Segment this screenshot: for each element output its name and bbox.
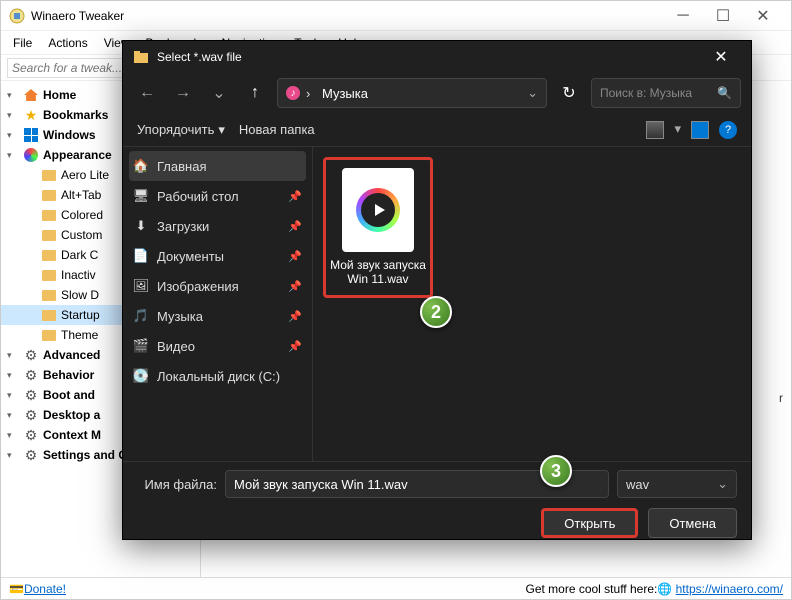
open-button[interactable]: Открыть [541, 508, 638, 538]
file-thumbnail [342, 168, 414, 252]
file-filter-dropdown[interactable]: wav [617, 470, 737, 498]
menu-file[interactable]: File [7, 34, 38, 52]
donate-icon: 💳 [9, 582, 24, 596]
file-list[interactable]: Мой звук запуска Win 11.wav [313, 147, 751, 461]
app-icon [9, 8, 25, 24]
sidebar-item[interactable]: 🖥Рабочий стол📌 [123, 181, 312, 211]
breadcrumb-separator-icon: › [306, 86, 316, 101]
footer-link[interactable]: https://winaero.com/ [676, 582, 783, 596]
search-placeholder: Поиск в: Музыка [600, 86, 692, 100]
callout-badge-3: 3 [540, 455, 572, 487]
dialog-toolbar: Упорядочить ▾ Новая папка ▾ ? [123, 113, 751, 147]
address-bar[interactable]: ♪ › Музыка ⌄ [277, 78, 547, 108]
sidebar-item[interactable]: 📄Документы📌 [123, 241, 312, 271]
search-icon: 🔍 [717, 86, 732, 100]
app-title: Winaero Tweaker [31, 9, 663, 23]
breadcrumb[interactable]: Музыка [322, 86, 368, 101]
sidebar-item[interactable]: ⬇Загрузки📌 [123, 211, 312, 241]
chevron-down-icon: ▾ [218, 122, 225, 138]
content-text: r [779, 391, 783, 405]
menu-actions[interactable]: Actions [42, 34, 93, 52]
newfolder-button[interactable]: Новая папка [239, 122, 315, 137]
help-button[interactable]: ? [719, 121, 737, 139]
organize-button[interactable]: Упорядочить ▾ [137, 122, 225, 138]
close-button[interactable]: ✕ [743, 2, 783, 30]
refresh-button[interactable]: ↻ [555, 79, 583, 107]
dialog-search-input[interactable]: Поиск в: Музыка 🔍 [591, 78, 741, 108]
nav-recent-button[interactable]: ⌄ [205, 79, 233, 107]
view-dropdown-icon[interactable]: ▾ [674, 121, 681, 139]
nav-back-button[interactable]: ← [133, 79, 161, 107]
callout-badge-2: 2 [420, 296, 452, 328]
dialog-navbar: ← → ⌄ ↑ ♪ › Музыка ⌄ ↻ Поиск в: Музыка 🔍 [123, 73, 751, 113]
minimize-button[interactable]: ─ [663, 2, 703, 30]
sidebar-item[interactable]: 🏠Главная [129, 151, 306, 181]
sidebar-item[interactable]: 💽Локальный диск (C:) [123, 361, 312, 391]
sidebar-item[interactable]: 🎬Видео📌 [123, 331, 312, 361]
dialog-titlebar: Select *.wav file ✕ [123, 41, 751, 73]
sidebar-item[interactable]: 🎵Музыка📌 [123, 301, 312, 331]
footer-icon: 🌐 [657, 582, 675, 596]
sidebar-item[interactable]: 🖼Изображения📌 [123, 271, 312, 301]
file-item[interactable]: Мой звук запуска Win 11.wav [323, 157, 433, 298]
preview-pane-button[interactable] [691, 121, 709, 139]
dialog-close-button[interactable]: ✕ [701, 42, 741, 72]
nav-up-button[interactable]: ↑ [241, 79, 269, 107]
donate-link[interactable]: Donate! [24, 582, 66, 596]
file-open-dialog: Select *.wav file ✕ ← → ⌄ ↑ ♪ › Музыка ⌄… [122, 40, 752, 540]
view-mode-button[interactable] [646, 121, 664, 139]
music-icon: ♪ [286, 86, 300, 100]
app-titlebar: Winaero Tweaker ─ ☐ ✕ [1, 1, 791, 31]
dialog-sidebar[interactable]: 🏠Главная🖥Рабочий стол📌⬇Загрузки📌📄Докумен… [123, 147, 313, 461]
dialog-bottom: Имя файла: wav Открыть Отмена [123, 461, 751, 539]
footer-text: Get more cool stuff here: [525, 582, 657, 596]
filename-label: Имя файла: [137, 477, 217, 492]
nav-forward-button[interactable]: → [169, 79, 197, 107]
cancel-button[interactable]: Отмена [648, 508, 737, 538]
file-label: Мой звук запуска Win 11.wav [330, 258, 426, 287]
statusbar: 💳 Donate! Get more cool stuff here: 🌐 ht… [1, 577, 791, 599]
maximize-button[interactable]: ☐ [703, 2, 743, 30]
dialog-title: Select *.wav file [157, 50, 701, 64]
breadcrumb-dropdown-icon[interactable]: ⌄ [527, 85, 538, 101]
dialog-icon [133, 49, 149, 65]
